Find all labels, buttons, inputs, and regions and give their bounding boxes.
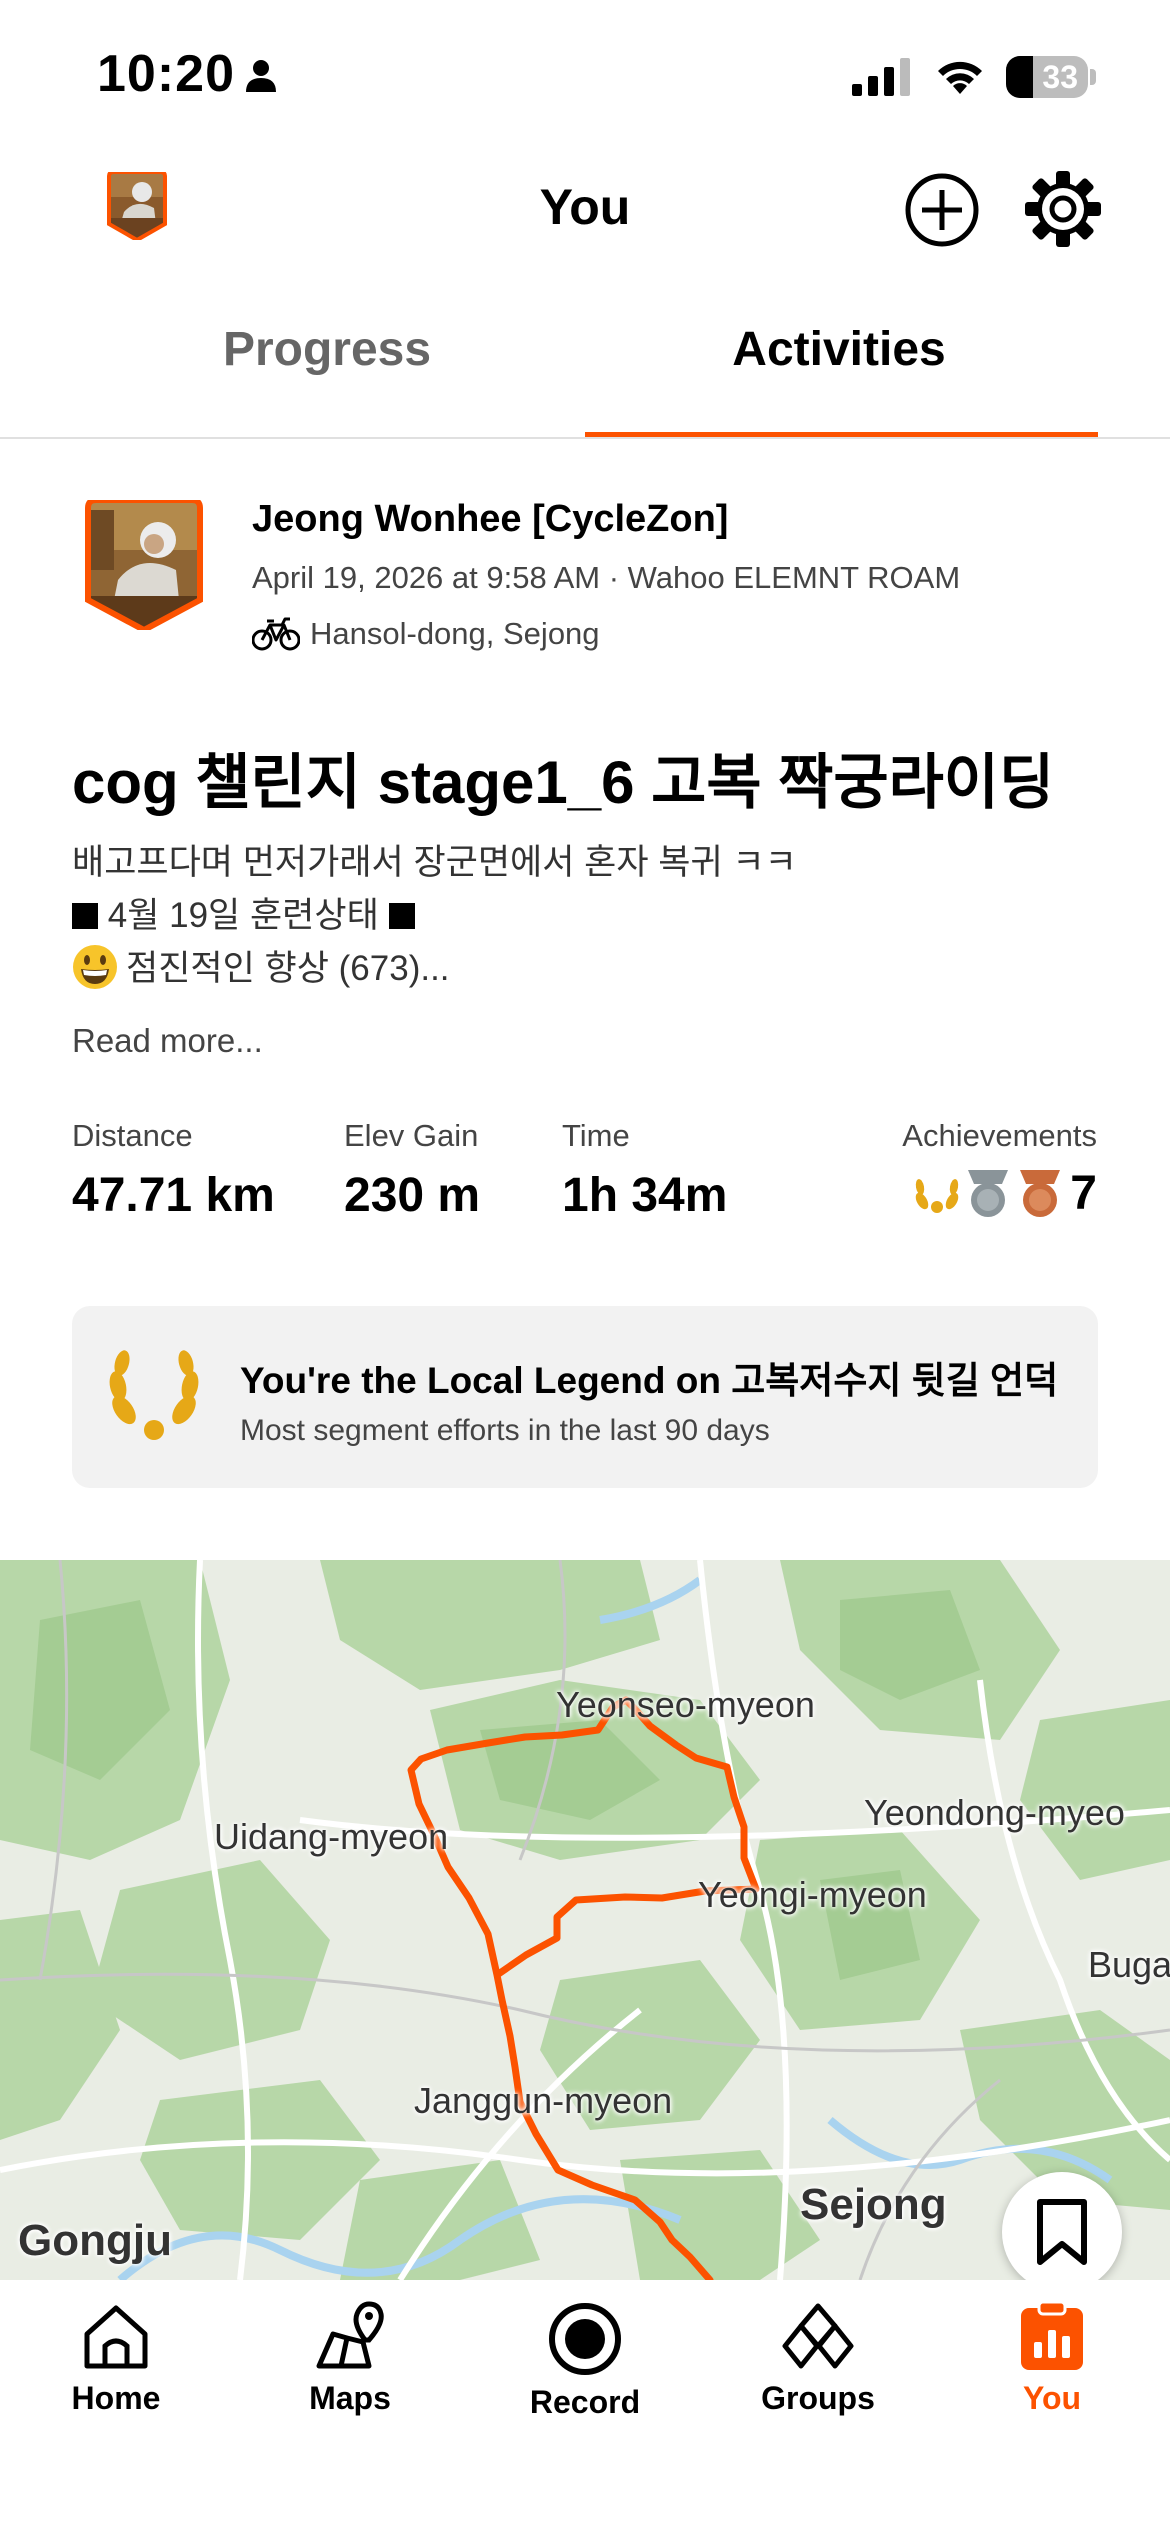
you-icon <box>1021 2300 1083 2370</box>
map-label-buga: Buga <box>1088 1944 1170 1985</box>
square-glyph <box>388 903 415 929</box>
status-time: 10:20 <box>97 45 235 103</box>
map-base <box>0 1560 1170 2280</box>
local-legend-subtitle: Most segment efforts in the last 90 days <box>240 1414 770 1447</box>
bookmark-icon <box>1037 2199 1087 2265</box>
record-icon <box>549 2303 621 2375</box>
read-more-link[interactable]: Read more... <box>72 1022 263 1060</box>
page-title: You <box>539 179 631 235</box>
home-icon <box>84 2305 148 2369</box>
square-glyph <box>72 903 98 929</box>
laurel-icon <box>109 1350 199 1440</box>
nav-maps-label: Maps <box>309 2380 391 2416</box>
battery-indicator: 33 <box>1006 56 1088 98</box>
bottom-nav: Home Maps Record Groups You <box>0 2280 1170 2532</box>
silver-medal-icon <box>968 1169 1009 1217</box>
local-legend-card[interactable]: You're the Local Legend on 고복저수지 뒷길 언덕 M… <box>72 1306 1098 1488</box>
elev-gain-label: Elev Gain <box>344 1118 479 1153</box>
athlete-avatar[interactable] <box>84 500 204 630</box>
nav-you-label: You <box>1022 2380 1082 2416</box>
achievements-row[interactable]: 7 <box>912 1166 1097 1221</box>
time-value: 1h 34m <box>562 1169 728 1222</box>
tab-progress[interactable]: Progress <box>77 322 577 377</box>
achievements-count: 7 <box>1070 1167 1097 1220</box>
bronze-medal-icon <box>1020 1169 1061 1217</box>
person-icon <box>246 60 276 92</box>
activity-location: Hansol-dong, Sejong <box>310 616 600 651</box>
battery-nub <box>1090 69 1096 85</box>
nav-home-label: Home <box>71 2380 161 2416</box>
maps-icon <box>316 2301 384 2369</box>
nav-you[interactable]: You <box>952 2300 1152 2417</box>
grinning-face-icon <box>73 945 117 989</box>
add-icon[interactable] <box>902 170 982 250</box>
distance-label: Distance <box>72 1118 193 1153</box>
map-label-yeondong: Yeondong-myeo <box>864 1792 1125 1833</box>
activity-description: 배고프다며 먼저가래서 장군면에서 혼자 복귀 ㅋㅋ 4월 19일 훈련상태 점… <box>72 836 797 995</box>
description-line: 배고프다며 먼저가래서 장군면에서 혼자 복귀 ㅋㅋ <box>72 843 797 882</box>
tab-activities[interactable]: Activities <box>589 322 1089 377</box>
bike-icon <box>252 617 300 651</box>
map-label-yeongi: Yeongi-myeon <box>698 1874 927 1915</box>
description-line: 점진적인 향상 (673)... <box>72 942 797 995</box>
activity-map[interactable]: Yeonseo-myeon Uidang-myeon Yeondong-myeo… <box>0 1560 1170 2280</box>
activity-location-row: Hansol-dong, Sejong <box>252 616 600 652</box>
activity-date-device: April 19, 2026 at 9:58 AM · Wahoo ELEMNT… <box>252 560 961 595</box>
battery-percent: 33 <box>1042 59 1078 95</box>
activity-title[interactable]: cog 챌린지 stage1_6 고복 짝궁라이딩 <box>72 734 1054 821</box>
map-label-yeonseo: Yeonseo-myeon <box>556 1684 815 1725</box>
signal-icon <box>852 58 910 96</box>
map-label-gongju: Gongju <box>18 2216 172 2265</box>
elev-gain-value: 230 m <box>344 1169 481 1222</box>
athlete-name[interactable]: Jeong Wonhee [CycleZon] <box>252 498 728 541</box>
achievements-label: Achievements <box>902 1118 1097 1153</box>
wifi-icon <box>938 61 982 94</box>
groups-icon <box>782 2303 854 2369</box>
distance-value: 47.71 km <box>72 1169 275 1222</box>
nav-home[interactable]: Home <box>16 2300 216 2417</box>
laurel-icon <box>916 1178 959 1213</box>
local-legend-title: You're the Local Legend on 고복저수지 뒷길 언덕 <box>240 1360 1059 1401</box>
nav-record[interactable]: Record <box>485 2300 685 2421</box>
tab-divider <box>0 437 1170 439</box>
nav-groups-label: Groups <box>761 2380 875 2416</box>
time-label: Time <box>562 1118 630 1153</box>
nav-record-label: Record <box>529 2384 641 2420</box>
map-label-sejong: Sejong <box>800 2180 947 2229</box>
gear-icon[interactable] <box>1022 168 1104 250</box>
map-label-uidang: Uidang-myeon <box>214 1816 449 1857</box>
map-label-janggun: Janggun-myeon <box>414 2080 673 2121</box>
bookmark-button[interactable] <box>1002 2172 1122 2292</box>
status-bar: 10:20 33 <box>0 0 1170 150</box>
nav-groups[interactable]: Groups <box>718 2300 918 2417</box>
nav-maps[interactable]: Maps <box>250 2300 450 2417</box>
description-line: 4월 19일 훈련상태 <box>72 889 797 942</box>
